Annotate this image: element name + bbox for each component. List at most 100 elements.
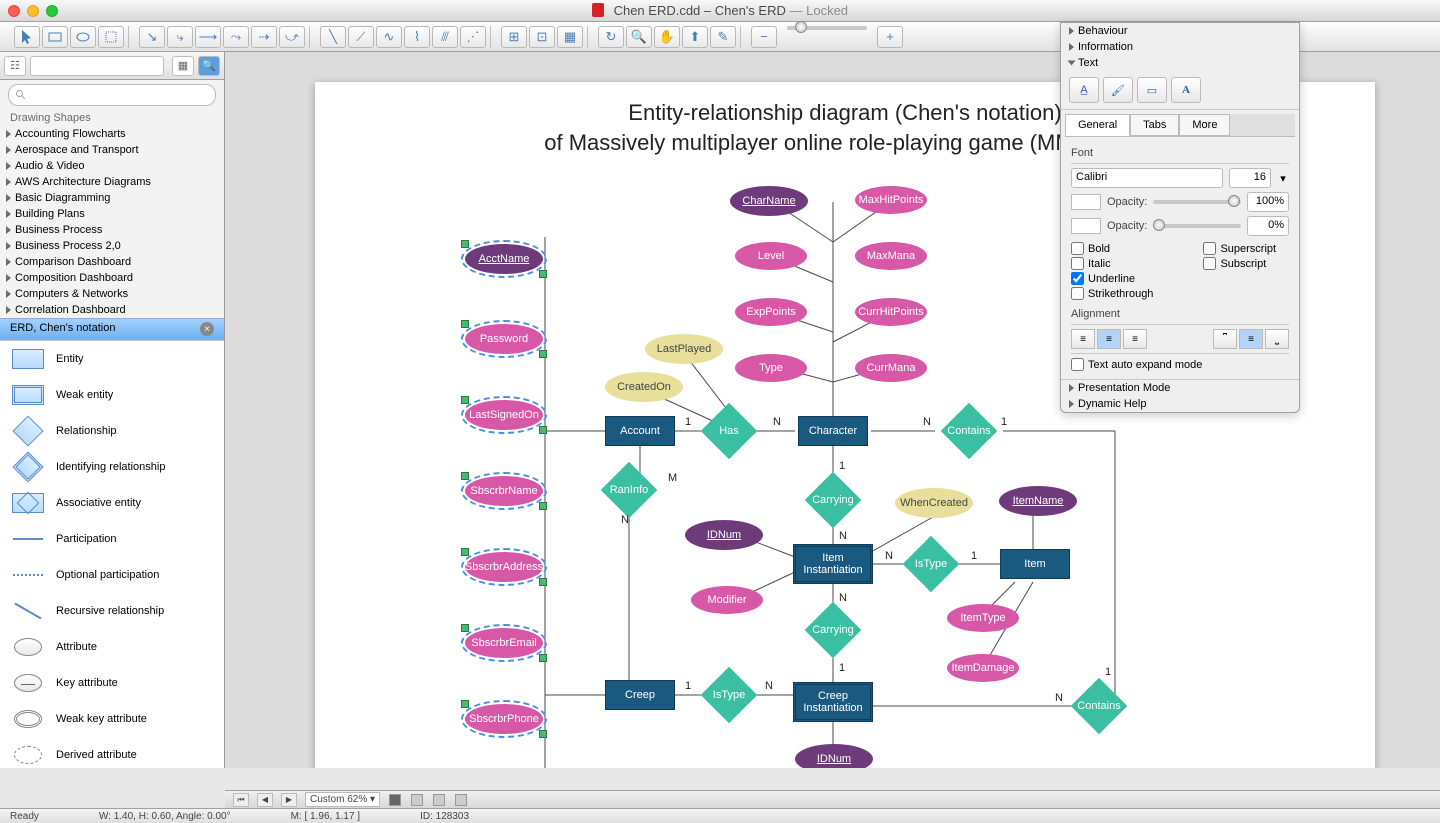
attr-sbscremail[interactable]: SbscrbrEmail (465, 628, 543, 658)
entity-character[interactable]: Character (798, 416, 868, 446)
zoom-slider[interactable] (787, 26, 867, 30)
page-tab-3[interactable] (433, 794, 445, 806)
lib-search-icon[interactable]: 🔍 (198, 56, 220, 76)
key-idnum[interactable]: IDNum (685, 520, 763, 550)
opacity-value-1[interactable]: 100% (1247, 192, 1289, 212)
snap-tool-3[interactable]: ▦ (557, 26, 583, 48)
rel-carrying[interactable]: Carrying (805, 472, 861, 528)
key-itemname[interactable]: ItemName (999, 486, 1077, 516)
attr-maxmana[interactable]: MaxMana (855, 242, 927, 270)
rel-istype[interactable]: IsType (903, 536, 959, 592)
lib-item[interactable]: AWS Architecture Diagrams (0, 174, 224, 190)
shape-relationship[interactable]: Relationship (0, 413, 224, 449)
attr-modifier[interactable]: Modifier (691, 586, 763, 614)
lib-toggle-icon[interactable]: ☷ (4, 56, 26, 76)
lib-item[interactable]: Business Process (0, 222, 224, 238)
section-information[interactable]: Information (1061, 39, 1299, 55)
tab-tabs[interactable]: Tabs (1130, 114, 1179, 136)
current-library[interactable]: ERD, Chen's notation × (0, 318, 224, 340)
lib-item[interactable]: Comparison Dashboard (0, 254, 224, 270)
page-tab-2[interactable] (411, 794, 423, 806)
attr-lastsigned[interactable]: LastSignedOn (465, 400, 543, 430)
attr-level[interactable]: Level (735, 242, 807, 270)
zoom-select[interactable]: Custom 62% ▾ (305, 792, 380, 807)
minimize-button[interactable] (27, 5, 39, 17)
connector-tool-2[interactable]: ⤷ (167, 26, 193, 48)
opacity-value-2[interactable]: 0% (1247, 216, 1289, 236)
chk-super[interactable]: Superscript (1203, 242, 1276, 255)
line-tool-6[interactable]: ⋰ (460, 26, 486, 48)
line-tool-5[interactable]: ⫻ (432, 26, 458, 48)
pan-tool[interactable]: ✋ (654, 26, 680, 48)
text-bg-swatch[interactable] (1071, 218, 1101, 234)
snap-tool-1[interactable]: ⊞ (501, 26, 527, 48)
connector-tool-3[interactable]: ⟶ (195, 26, 221, 48)
connector-tool-5[interactable]: ⇢ (251, 26, 277, 48)
line-tool-4[interactable]: ⌇ (404, 26, 430, 48)
chk-bold[interactable]: Bold (1071, 242, 1153, 255)
close-button[interactable] (8, 5, 20, 17)
page-tab-1[interactable] (389, 794, 401, 806)
text-fill-icon[interactable]: 🖌 (1103, 77, 1133, 103)
chk-underline[interactable]: Underline (1071, 272, 1153, 285)
library-search[interactable] (8, 84, 216, 106)
key-idnum2[interactable]: IDNum (795, 744, 873, 768)
line-tool-3[interactable]: ∿ (376, 26, 402, 48)
lib-item[interactable]: Composition Dashboard (0, 270, 224, 286)
entity-creep[interactable]: Creep (605, 680, 675, 710)
shape-key-attribute[interactable]: Key attribute (0, 665, 224, 701)
opacity-slider-1[interactable] (1153, 200, 1241, 204)
page-prev[interactable]: ◀ (257, 793, 273, 807)
chk-sub[interactable]: Subscript (1203, 257, 1276, 270)
page-tab-4[interactable] (455, 794, 467, 806)
rel-istype-2[interactable]: IsType (701, 667, 757, 723)
line-tool-1[interactable]: ╲ (320, 26, 346, 48)
lib-item[interactable]: Aerospace and Transport (0, 142, 224, 158)
rel-raninfo[interactable]: RanInfo (601, 462, 657, 518)
maximize-button[interactable] (46, 5, 58, 17)
key-charname[interactable]: CharName (730, 186, 808, 216)
shape-attribute[interactable]: Attribute (0, 629, 224, 665)
chk-autoexpand[interactable]: Text auto expand mode (1071, 358, 1289, 371)
attr-currhp[interactable]: CurrHitPoints (855, 298, 927, 326)
shape-weak-key-attr[interactable]: Weak key attribute (0, 701, 224, 737)
text-underline-icon[interactable]: A̲ (1069, 77, 1099, 103)
attr-sbscrname[interactable]: SbscrbrName (465, 476, 543, 506)
font-select[interactable]: Calibri (1071, 168, 1223, 188)
rel-contains[interactable]: Contains (941, 403, 997, 459)
align-right[interactable]: ≡ (1123, 329, 1147, 349)
lib-grid-icon[interactable]: ▦ (172, 56, 194, 76)
attr-sbscrphone[interactable]: SbscrbrPhone (465, 704, 543, 734)
section-behaviour[interactable]: Behaviour (1061, 23, 1299, 39)
shape-participation[interactable]: Participation (0, 521, 224, 557)
font-size-stepper[interactable]: ▾ (1277, 172, 1289, 185)
attr-currmana[interactable]: CurrMana (855, 354, 927, 382)
section-presentation[interactable]: Presentation Mode (1061, 379, 1299, 396)
attr-maxhp[interactable]: MaxHitPoints (855, 186, 927, 214)
chk-italic[interactable]: Italic (1071, 257, 1153, 270)
lib-item[interactable]: Correlation Dashboard (0, 302, 224, 318)
properties-panel[interactable]: Behaviour Information Text A̲ 🖌 ▭ A Gene… (1060, 22, 1300, 413)
lib-item[interactable]: Building Plans (0, 206, 224, 222)
close-library-icon[interactable]: × (200, 322, 214, 336)
zoom-tool[interactable]: 🔍 (626, 26, 652, 48)
font-size[interactable]: 16 (1229, 168, 1271, 188)
shape-weak-entity[interactable]: Weak entity (0, 377, 224, 413)
stamp-tool[interactable]: ⬆ (682, 26, 708, 48)
shape-identifying-rel[interactable]: Identifying relationship (0, 449, 224, 485)
align-center[interactable]: ≡ (1097, 329, 1121, 349)
entity-creepinst[interactable]: Creep Instantiation (793, 682, 873, 722)
rel-has[interactable]: Has (701, 403, 757, 459)
tab-general[interactable]: General (1065, 114, 1130, 136)
valign-top[interactable]: ⎴ (1213, 329, 1237, 349)
section-text[interactable]: Text (1061, 55, 1299, 71)
tab-more[interactable]: More (1179, 114, 1230, 136)
text-box-icon[interactable]: ▭ (1137, 77, 1167, 103)
key-acctname[interactable]: AcctName (465, 244, 543, 274)
attr-sbscraddr[interactable]: SbscrbrAddress (465, 552, 543, 582)
valign-bottom[interactable]: ⎵ (1265, 329, 1289, 349)
connector-tool-1[interactable]: ↘ (139, 26, 165, 48)
attr-type[interactable]: Type (735, 354, 807, 382)
align-left[interactable]: ≡ (1071, 329, 1095, 349)
lib-item[interactable]: Basic Diagramming (0, 190, 224, 206)
